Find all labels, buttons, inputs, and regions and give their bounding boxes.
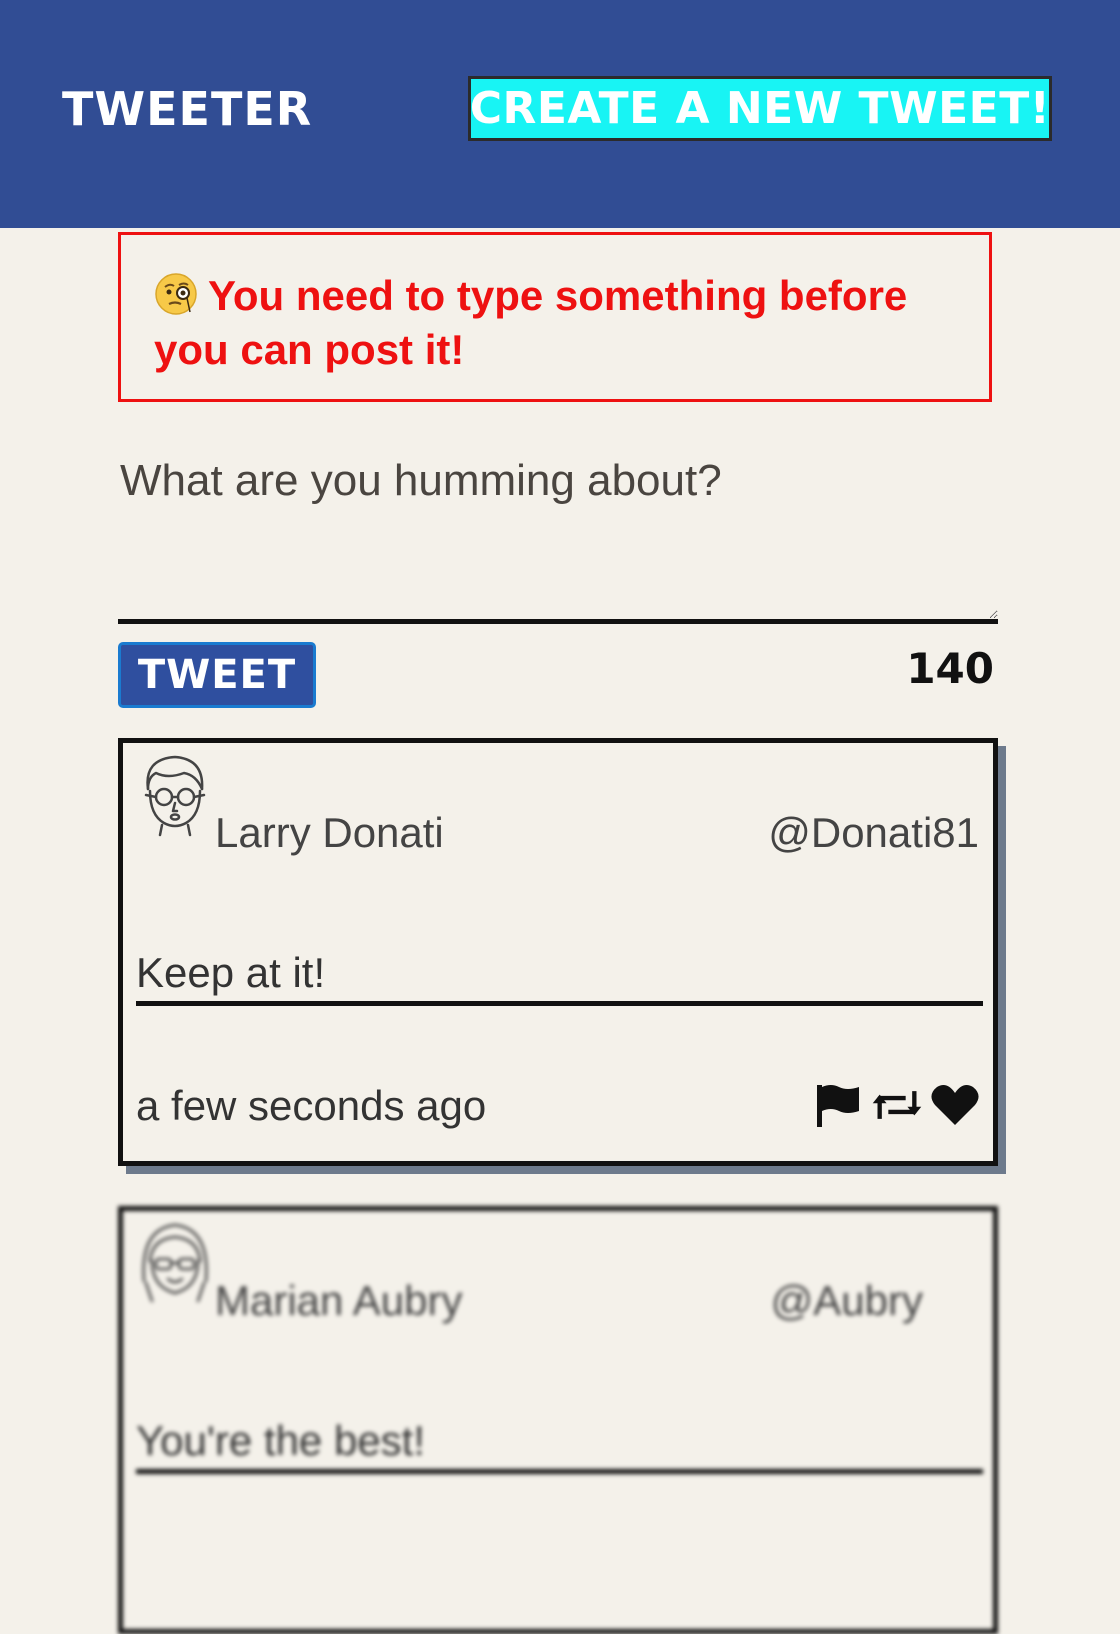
tweet-card: Larry Donati @Donati81 Keep at it! a few… — [118, 738, 998, 1166]
tweet-author-handle: @Aubry — [770, 1277, 923, 1324]
create-new-tweet-button[interactable]: CREATE A NEW TWEET! — [468, 76, 1052, 141]
character-counter: 140 — [906, 644, 994, 693]
error-message: You need to type something before you ca… — [154, 269, 974, 377]
tweet-timestamp: a few seconds ago — [136, 1082, 487, 1129]
tweet-input[interactable] — [118, 448, 998, 624]
tweet-author-name: Larry Donati — [215, 809, 444, 856]
monocle-face-icon — [155, 273, 197, 315]
tweet-content: Keep at it! — [136, 945, 983, 1006]
tweet-card: Marian Aubry @Aubry You're the best! — [118, 1206, 998, 1634]
tweet-submit-button[interactable]: TWEET — [118, 642, 316, 708]
man-with-glasses-avatar-icon — [144, 755, 206, 837]
heart-icon[interactable] — [929, 1081, 981, 1129]
tweet-actions — [813, 1081, 981, 1129]
woman-with-glasses-avatar-icon — [142, 1223, 208, 1303]
tweet-content: You're the best! — [136, 1413, 983, 1474]
flag-icon[interactable] — [813, 1081, 865, 1129]
error-message-box: You need to type something before you ca… — [118, 232, 992, 402]
retweet-icon[interactable] — [871, 1081, 923, 1129]
error-message-text: You need to type something before you ca… — [154, 272, 908, 373]
tweet-author-handle: @Donati81 — [768, 809, 979, 856]
tweet-author-name: Marian Aubry — [215, 1277, 463, 1324]
app-header: TWEETER CREATE A NEW TWEET! — [0, 0, 1120, 228]
app-brand[interactable]: TWEETER — [62, 82, 312, 136]
